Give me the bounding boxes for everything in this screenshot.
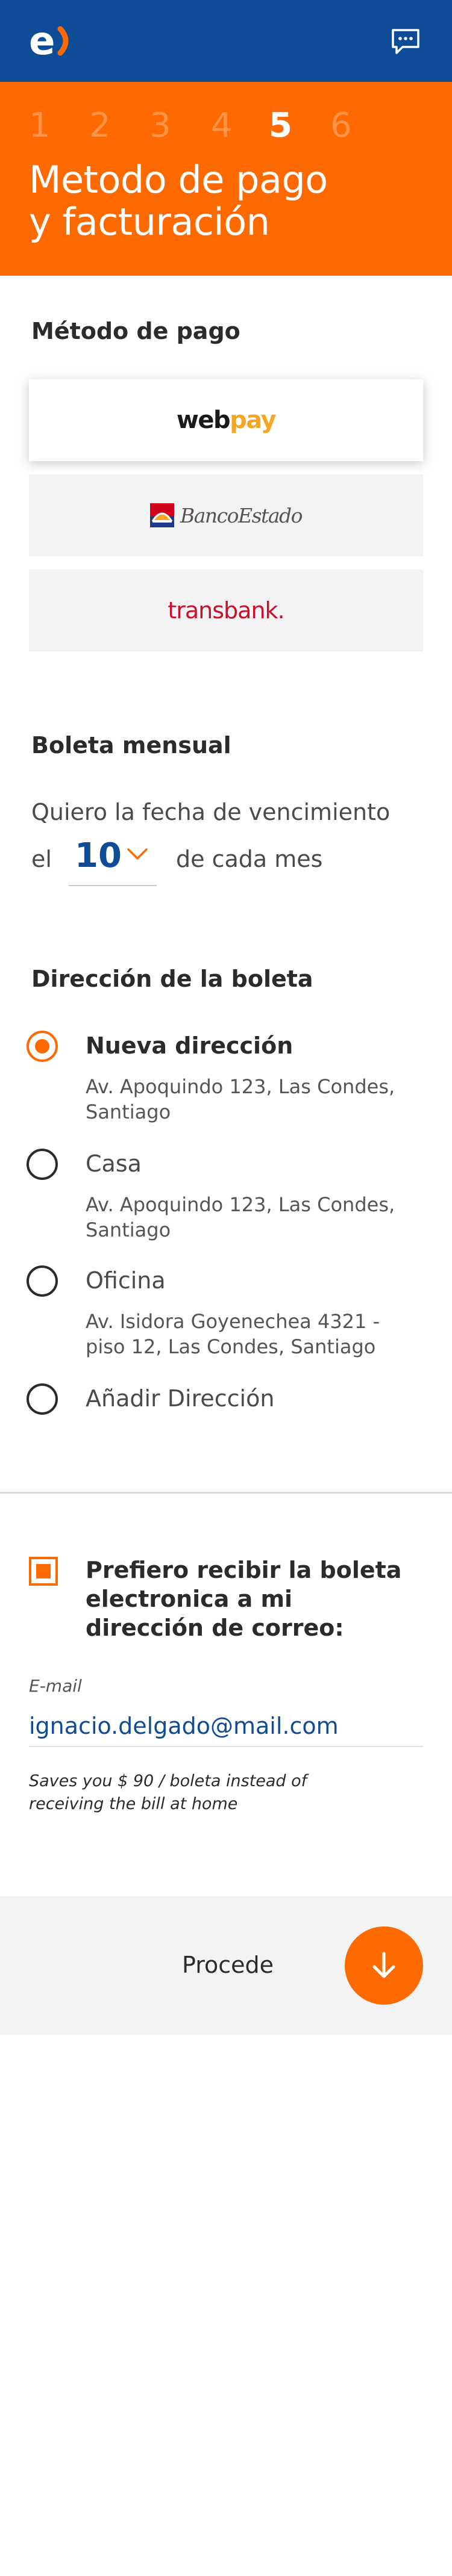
bancoestado-logo: BancoEstado xyxy=(150,503,303,527)
entel-logo-icon[interactable]: e xyxy=(29,19,75,64)
step-3: 3 xyxy=(149,106,171,145)
address-section-title: Dirección de la boleta xyxy=(31,966,313,992)
address-option-label: Nueva dirección xyxy=(86,1032,293,1059)
address-option-detail: Av. Apoquindo 123, Las Condes, Santiago xyxy=(86,1075,395,1123)
step-6: 6 xyxy=(330,106,352,145)
proceed-footer: Procede xyxy=(0,1896,452,2035)
svg-text:e: e xyxy=(29,22,55,60)
chevron-down-icon xyxy=(127,848,148,860)
address-option-casa[interactable]: Casa Av. Apoquindo 123, Las Condes, Sant… xyxy=(27,1149,424,1241)
address-option-label: Casa xyxy=(86,1150,142,1177)
email-helper-text: Saves you $ 90 / boleta instead of recei… xyxy=(29,1772,307,1813)
address-option-detail: Av. Isidora Goyenechea 4321 - piso 12, L… xyxy=(86,1310,380,1358)
billing-section-title: Boleta mensual xyxy=(31,732,231,759)
section-divider xyxy=(0,1492,452,1494)
chat-bubble-icon[interactable] xyxy=(391,28,421,55)
transbank-logo: transbank. xyxy=(168,597,284,624)
address-option-nueva[interactable]: Nueva dirección Av. Apoquindo 123, Las C… xyxy=(27,1031,424,1123)
due-date-prefix: el xyxy=(31,846,52,872)
address-option-label: Oficina xyxy=(86,1267,166,1294)
proceed-button[interactable] xyxy=(345,1926,423,2005)
radio-unchecked[interactable] xyxy=(27,1383,58,1415)
bancoestado-emblem-icon xyxy=(150,503,174,527)
electronic-bill-label[interactable]: Prefiero recibir la boleta electronica a… xyxy=(86,1556,405,1642)
email-field[interactable] xyxy=(29,1706,423,1747)
webpay-logo: webpay xyxy=(176,406,277,434)
payment-option-transbank[interactable]: transbank. xyxy=(29,570,423,651)
page-title: Metodo de pago y facturación xyxy=(29,159,421,243)
step-4: 4 xyxy=(211,106,233,145)
electronic-bill-checkbox[interactable] xyxy=(29,1557,58,1586)
step-1: 1 xyxy=(29,106,51,145)
payment-option-webpay[interactable]: webpay xyxy=(29,379,423,461)
radio-unchecked[interactable] xyxy=(27,1265,58,1297)
page-title-line1: Metodo de pago xyxy=(29,158,328,202)
email-label: E-mail xyxy=(29,1676,82,1696)
step-5-active: 5 xyxy=(269,106,292,145)
proceed-label[interactable]: Procede xyxy=(182,1951,274,1979)
radio-unchecked[interactable] xyxy=(27,1149,58,1180)
address-option-oficina[interactable]: Oficina Av. Isidora Goyenechea 4321 - pi… xyxy=(27,1265,424,1358)
payment-option-bancoestado[interactable]: BancoEstado xyxy=(29,474,423,556)
address-option-detail: Av. Apoquindo 123, Las Condes, Santiago xyxy=(86,1193,395,1241)
due-date-suffix: de cada mes xyxy=(176,846,323,872)
due-day-select[interactable]: 10 xyxy=(69,832,157,886)
step-2: 2 xyxy=(89,106,111,145)
step-header: 1 2 3 4 5 6 Metodo de pago y facturación xyxy=(0,82,452,276)
add-address-label: Añadir Dirección xyxy=(86,1385,275,1412)
top-bar: e xyxy=(0,0,452,82)
due-date-text: Quiero la fecha de vencimiento xyxy=(31,799,391,825)
payment-section-title: Método de pago xyxy=(31,318,240,344)
arrow-down-icon xyxy=(372,1952,395,1978)
page-title-line2: y facturación xyxy=(29,200,270,244)
radio-checked[interactable] xyxy=(27,1031,58,1062)
address-option-add[interactable]: Añadir Dirección xyxy=(27,1383,424,1420)
due-day-value: 10 xyxy=(75,836,122,875)
